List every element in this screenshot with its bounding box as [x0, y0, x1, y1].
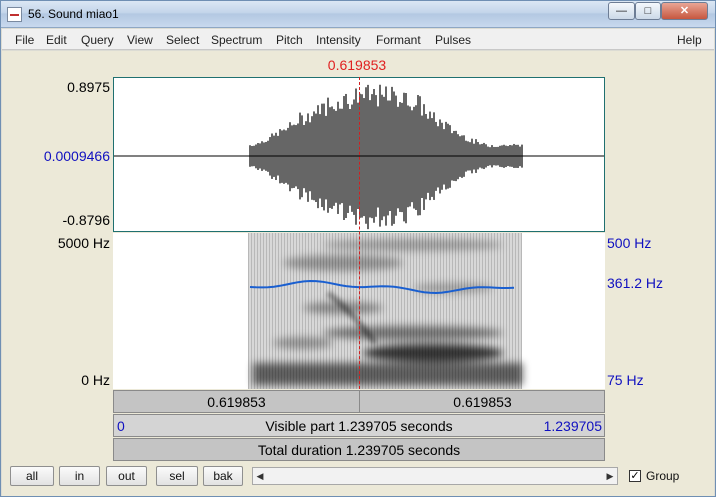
window-title: 56. Sound miao1: [28, 7, 119, 21]
menu-help[interactable]: Help: [677, 33, 702, 47]
menu-query[interactable]: Query: [81, 33, 114, 47]
praat-app-icon: [7, 7, 22, 22]
cursor-time-label: 0.619853: [327, 57, 387, 73]
total-duration-text: Total duration 1.239705 seconds: [257, 442, 461, 458]
zoom-out-button[interactable]: out: [106, 466, 147, 486]
menu-intensity[interactable]: Intensity: [316, 33, 361, 47]
menu-spectrum[interactable]: Spectrum: [211, 33, 262, 47]
spectrogram-bottom-freq: 0 Hz: [81, 372, 110, 388]
praat-sound-window: 56. Sound miao1 — □ ✕ File Edit Query Vi…: [0, 0, 716, 497]
menu-edit[interactable]: Edit: [46, 33, 67, 47]
minimize-button[interactable]: —: [608, 2, 635, 20]
waveform-zero-label: 0.0009466: [43, 148, 110, 164]
menu-bar: File Edit Query View Select Spectrum Pit…: [2, 29, 714, 50]
waveform-max-label: 0.8975: [67, 79, 110, 95]
maximize-button[interactable]: □: [635, 2, 661, 20]
zoom-selection-button[interactable]: sel: [156, 466, 198, 486]
time-cursor-line: [359, 77, 360, 389]
menu-file[interactable]: File: [15, 33, 34, 47]
total-duration-bar[interactable]: Total duration 1.239705 seconds: [113, 438, 605, 461]
bottom-toolbar: all in out sel bak ◀ ▶ ✓ Group: [2, 463, 714, 496]
menu-formant[interactable]: Formant: [376, 33, 421, 47]
title-bar: 56. Sound miao1 — □ ✕: [1, 1, 715, 28]
visible-part-bar[interactable]: 0 Visible part 1.239705 seconds 1.239705: [113, 414, 605, 437]
menu-view[interactable]: View: [127, 33, 153, 47]
group-checkbox[interactable]: ✓: [629, 470, 641, 482]
group-label: Group: [646, 469, 680, 483]
horizontal-scrollbar[interactable]: ◀ ▶: [252, 467, 618, 485]
visible-part-text: Visible part 1.239705 seconds: [265, 418, 453, 434]
menu-select[interactable]: Select: [166, 33, 199, 47]
scroll-right-arrow-icon[interactable]: ▶: [603, 468, 617, 484]
scroll-left-arrow-icon[interactable]: ◀: [253, 468, 267, 484]
waveform-min-label: -0.8796: [62, 212, 110, 228]
menu-pulses[interactable]: Pulses: [435, 33, 471, 47]
close-button[interactable]: ✕: [661, 2, 708, 20]
visible-end: 1.239705: [543, 418, 602, 434]
pitch-bottom-label: 75 Hz: [607, 372, 644, 388]
menu-pitch[interactable]: Pitch: [276, 33, 303, 47]
pitch-value-label: 361.2 Hz: [607, 275, 664, 291]
zoom-back-button[interactable]: bak: [203, 466, 243, 486]
right-part-duration[interactable]: 0.619853: [360, 394, 605, 410]
left-part-duration[interactable]: 0.619853: [114, 394, 359, 410]
spectrogram-top-freq: 5000 Hz: [57, 235, 110, 251]
selection-bar: 0.619853 0.619853: [113, 390, 605, 413]
pitch-top-label: 500 Hz: [607, 235, 652, 251]
zoom-in-button[interactable]: in: [59, 466, 100, 486]
zoom-all-button[interactable]: all: [10, 466, 54, 486]
